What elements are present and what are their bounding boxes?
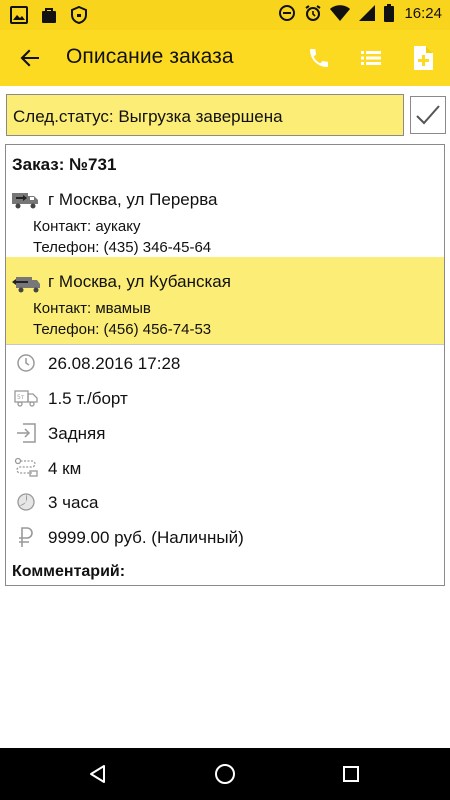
- list-icon: [359, 46, 383, 70]
- detail-weight: 1.5 т./борт: [48, 389, 128, 408]
- next-status-field[interactable]: След.статус: Выгрузка завершена: [6, 94, 404, 136]
- app-bar: Описание заказа: [0, 30, 450, 86]
- ruble-icon: [14, 525, 38, 549]
- detail-duration: 3 часа: [48, 493, 99, 512]
- delivery-address-block[interactable]: г Москва, ул Кубанская Контакт: мвамыв Т…: [6, 257, 444, 345]
- image-icon: [10, 6, 28, 24]
- truck-weight-icon: 5т: [14, 386, 38, 410]
- call-button[interactable]: [303, 42, 335, 74]
- add-document-icon: [411, 45, 435, 71]
- back-button[interactable]: [12, 40, 48, 76]
- detail-loading: Задняя: [48, 424, 106, 443]
- pickup-contact: Контакт: аукаку: [33, 218, 141, 235]
- delivery-contact: Контакт: мвамыв: [33, 300, 151, 317]
- home-circle-icon: [213, 762, 237, 786]
- nav-back-button[interactable]: [84, 760, 112, 788]
- shield-icon: [70, 6, 88, 24]
- alarm-icon: [304, 4, 322, 22]
- detail-row-price: 9999.00 руб. (Наличный): [6, 520, 444, 554]
- detail-distance: 4 км: [48, 459, 82, 478]
- clock-time: 16:24: [404, 4, 442, 22]
- next-status-text: След.статус: Выгрузка завершена: [13, 107, 283, 126]
- loading-side-icon: [14, 421, 38, 445]
- pickup-address-block[interactable]: г Москва, ул Перерва Контакт: аукаку Тел…: [6, 181, 444, 259]
- delivery-address: г Москва, ул Кубанская: [48, 272, 231, 291]
- route-icon: [14, 456, 38, 480]
- detail-datetime: 26.08.2016 17:28: [48, 354, 181, 373]
- bag-icon: [40, 6, 58, 24]
- detail-row-weight: 5т 1.5 т./борт: [6, 381, 444, 415]
- battery-icon: [384, 4, 395, 22]
- detail-price: 9999.00 руб. (Наличный): [48, 528, 244, 547]
- back-triangle-icon: [87, 763, 109, 785]
- nav-recents-button[interactable]: [337, 760, 365, 788]
- next-status-row: След.статус: Выгрузка завершена: [6, 94, 446, 136]
- truck-incoming-icon: [10, 271, 42, 300]
- comment-label: Комментарий:: [12, 563, 126, 580]
- signal-icon: [358, 4, 376, 22]
- truck-outgoing-icon: [10, 187, 42, 216]
- wifi-icon: [330, 4, 351, 22]
- detail-row-datetime: 26.08.2016 17:28: [6, 346, 444, 380]
- pie-clock-icon: [14, 490, 38, 514]
- add-document-button[interactable]: [407, 42, 439, 74]
- detail-row-duration: 3 часа: [6, 485, 444, 519]
- delivery-phone[interactable]: Телефон: (456) 456-74-53: [33, 321, 211, 338]
- detail-row-distance: 4 км: [6, 451, 444, 485]
- system-nav-bar: [0, 748, 450, 800]
- order-card: Заказ: №731 г Москва, ул Перерва Контакт…: [5, 144, 445, 586]
- order-title: Заказ: №731: [12, 155, 117, 174]
- phone-icon: [307, 46, 331, 70]
- page-title: Описание заказа: [66, 45, 234, 68]
- minus-circle-icon: [278, 4, 296, 22]
- status-bar: 16:24: [0, 0, 450, 30]
- clock-icon: [14, 351, 38, 375]
- recents-square-icon: [340, 763, 362, 785]
- confirm-status-checkbox[interactable]: [410, 96, 446, 134]
- pickup-phone[interactable]: Телефон: (435) 346-45-64: [33, 239, 211, 256]
- detail-row-loading: Задняя: [6, 416, 444, 450]
- arrow-back-icon: [19, 47, 41, 69]
- svg-text:5т: 5т: [17, 394, 25, 401]
- checkmark-icon: [415, 104, 441, 126]
- nav-home-button[interactable]: [211, 760, 239, 788]
- list-button[interactable]: [355, 42, 387, 74]
- pickup-address: г Москва, ул Перерва: [48, 190, 218, 209]
